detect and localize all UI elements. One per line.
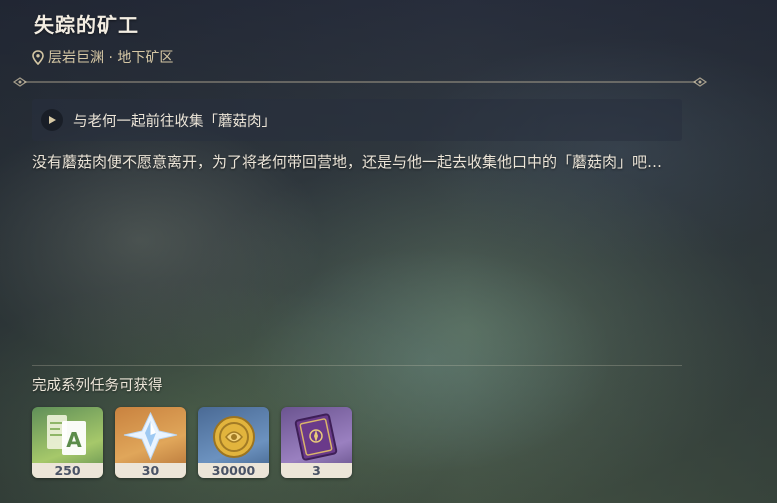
- reward-item-adventure-exp[interactable]: A 250: [32, 407, 103, 478]
- rewards-title: 完成系列任务可获得: [32, 378, 163, 394]
- adventure-exp-icon: A: [47, 415, 86, 455]
- objective-text: 与老何一起前往收集「蘑菇肉」: [73, 113, 276, 130]
- reward-item-mora[interactable]: 30000: [198, 407, 269, 478]
- quest-location: 层岩巨渊 · 地下矿区: [32, 47, 173, 67]
- mora-icon: [213, 416, 255, 458]
- reward-count: 3: [281, 463, 352, 478]
- current-objective[interactable]: 与老何一起前往收集「蘑菇肉」: [32, 99, 682, 141]
- objective-play-icon: [41, 109, 63, 131]
- quest-title: 失踪的矿工: [34, 13, 139, 37]
- rewards-divider: [32, 365, 682, 366]
- reward-item-primogem[interactable]: 30: [115, 407, 186, 478]
- quest-description: 没有蘑菇肉便不愿意离开，为了将老何带回营地，还是与他一起去收集他口中的「蘑菇肉」…: [32, 153, 663, 171]
- reward-count: 30000: [198, 463, 269, 478]
- location-label: 层岩巨渊 · 地下矿区: [48, 50, 174, 66]
- reward-count: 250: [32, 463, 103, 478]
- primogem-icon: [123, 411, 178, 461]
- location-pin-icon: [32, 49, 44, 65]
- reward-item-heros-wit[interactable]: 3: [281, 407, 352, 478]
- rewards-list: A 250 30 30000 3: [32, 407, 352, 478]
- reward-count: 30: [115, 463, 186, 478]
- ornate-divider: [12, 77, 708, 87]
- svg-text:A: A: [66, 428, 82, 452]
- quest-details-panel: 失踪的矿工 层岩巨渊 · 地下矿区 与老何一起前往收集「蘑菇肉」 没有蘑菇肉便不…: [0, 0, 777, 503]
- heros-wit-book-icon: [294, 413, 338, 461]
